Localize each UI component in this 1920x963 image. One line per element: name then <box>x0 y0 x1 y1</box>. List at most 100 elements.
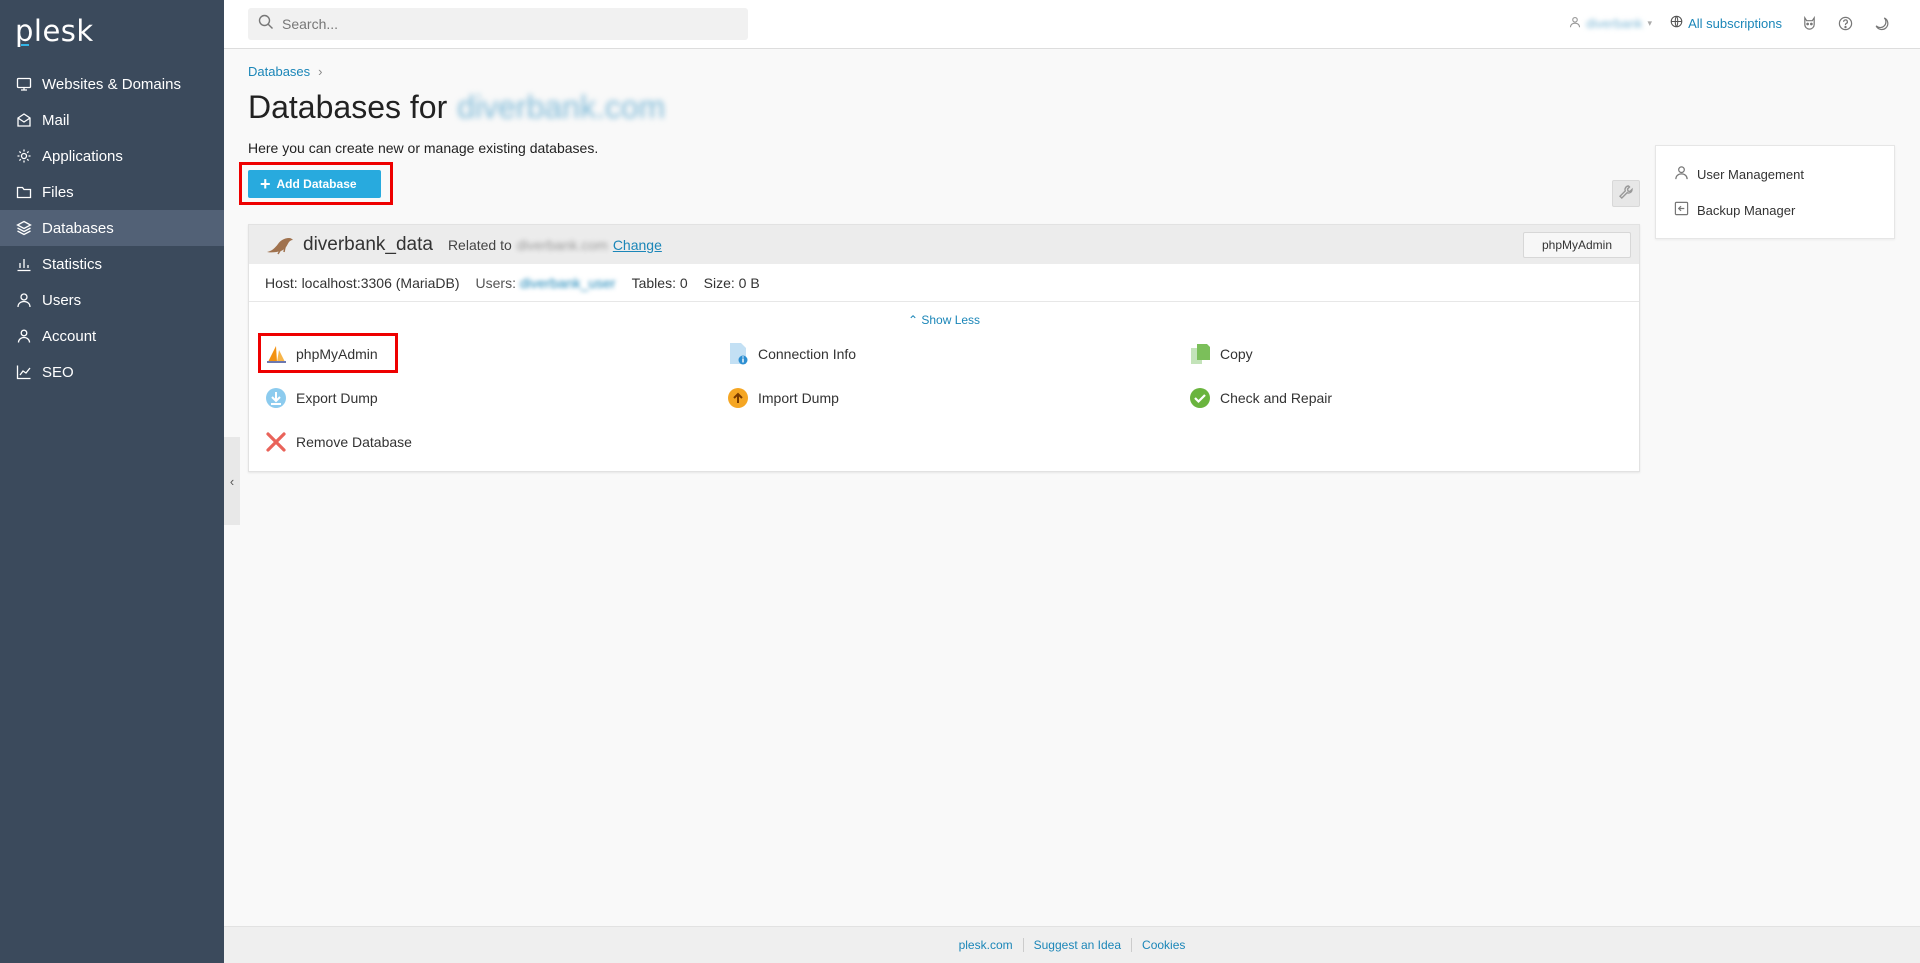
sidebar-item-users[interactable]: Users <box>0 282 224 318</box>
sidebar-item-websites-domains[interactable]: Websites & Domains <box>0 66 224 102</box>
sidebar-item-databases[interactable]: Databases <box>0 210 224 246</box>
monitor-icon <box>15 75 33 93</box>
sidebar-item-label: Files <box>42 183 74 201</box>
search-box[interactable] <box>248 8 748 40</box>
footer-link-plesk[interactable]: plesk.com <box>949 938 1023 952</box>
database-card-header: diverbank_data Related to diverbank.com … <box>249 225 1639 264</box>
user-icon <box>1569 16 1581 31</box>
related-domain-value: diverbank.com <box>516 236 608 253</box>
wrench-icon <box>1618 184 1634 204</box>
check-icon <box>1188 386 1212 410</box>
chevron-up-icon: ⌃ <box>907 313 918 327</box>
sidebar-item-applications[interactable]: Applications <box>0 138 224 174</box>
user-icon <box>15 291 33 309</box>
side-item-label: User Management <box>1697 166 1804 182</box>
related-domain: Related to diverbank.com Change <box>448 237 662 253</box>
highlight-box <box>258 333 398 373</box>
phpmyadmin-action[interactable]: phpMyAdmin <box>258 333 726 373</box>
users-value[interactable]: diverbank_user <box>520 275 616 291</box>
footer-link-suggest-idea[interactable]: Suggest an Idea <box>1022 938 1131 952</box>
action-label: Check and Repair <box>1220 390 1333 406</box>
sidebar-item-label: SEO <box>42 363 74 381</box>
footer-link-cookies[interactable]: Cookies <box>1131 938 1195 952</box>
show-less-label: Show Less <box>921 313 981 327</box>
action-label: Import Dump <box>758 390 839 406</box>
database-name: diverbank_data <box>303 234 433 256</box>
action-label: Remove Database <box>296 434 412 450</box>
search-icon <box>258 14 274 34</box>
action-label: Connection Info <box>758 346 857 362</box>
related-prefix: Related to <box>447 236 512 253</box>
side-item-label: Backup Manager <box>1697 202 1796 218</box>
change-link[interactable]: Change <box>613 237 662 253</box>
envelope-icon <box>15 111 33 129</box>
sidebar-collapse-handle[interactable]: ‹ <box>224 437 240 525</box>
caret-down-icon: ▾ <box>1647 17 1653 28</box>
user-name: diverbank <box>1586 15 1643 31</box>
check-and-repair-action[interactable]: Check and Repair <box>1188 381 1650 415</box>
page-intro: Here you can create new or manage existi… <box>248 140 599 156</box>
search-input[interactable] <box>282 16 722 32</box>
sidebar-item-seo[interactable]: SEO <box>0 354 224 390</box>
footer: plesk.com Suggest an Idea Cookies <box>224 926 1920 963</box>
all-subscriptions-link[interactable]: All subscriptions <box>1670 15 1782 31</box>
logo-text: plesk <box>15 14 94 48</box>
database-card: diverbank_data Related to diverbank.com … <box>248 224 1640 472</box>
users-label: Users: <box>475 274 516 291</box>
sidebar-item-files[interactable]: Files <box>0 174 224 210</box>
breadcrumb: Databases › <box>248 64 1668 79</box>
database-info-row: Host: localhost:3306 (MariaDB) Users: di… <box>249 264 1639 302</box>
cat-icon[interactable] <box>1800 14 1818 32</box>
sidebar-item-label: Account <box>42 327 97 345</box>
seo-chart-icon <box>15 363 33 381</box>
breadcrumb-databases[interactable]: Databases <box>248 64 310 79</box>
import-dump-icon <box>726 386 750 410</box>
sidebar-nav: Websites & Domains Mail Applications Fil… <box>0 66 224 390</box>
database-actions: phpMyAdmin Connection Info Copy Export D… <box>249 327 1639 471</box>
sidebar-item-label: Applications <box>42 147 123 165</box>
size-info: Size: 0 B <box>704 275 760 291</box>
layers-icon <box>15 219 33 237</box>
sidebar-item-account[interactable]: Account <box>0 318 224 354</box>
settings-wrench-button[interactable] <box>1612 180 1640 207</box>
gear-icon <box>15 147 33 165</box>
user-menu[interactable]: diverbank ▾ <box>1569 16 1652 31</box>
show-less-link[interactable]: ⌃ Show Less <box>249 313 1639 327</box>
subscriptions-label: All subscriptions <box>1688 15 1782 31</box>
copy-action[interactable]: Copy <box>1188 337 1650 371</box>
dark-mode-moon-icon[interactable] <box>1872 14 1890 32</box>
highlight-box <box>239 162 393 205</box>
user-icon <box>1674 165 1689 183</box>
sidebar-item-label: Users <box>42 291 82 309</box>
sidebar-item-statistics[interactable]: Statistics <box>0 246 224 282</box>
page-title-prefix: Databases for <box>248 89 448 125</box>
user-management-link[interactable]: User Management <box>1656 156 1894 192</box>
export-dump-icon <box>264 386 288 410</box>
backup-manager-link[interactable]: Backup Manager <box>1656 192 1894 228</box>
export-dump-action[interactable]: Export Dump <box>264 381 726 415</box>
side-panel: User Management Backup Manager <box>1655 145 1895 239</box>
database-name-text: diverbank_data <box>303 233 433 255</box>
globe-icon <box>1670 15 1683 31</box>
tables-value: 0 <box>679 274 688 291</box>
top-right-controls: diverbank ▾ All subscriptions <box>1569 14 1890 32</box>
connection-info-action[interactable]: Connection Info <box>726 337 1188 371</box>
logo-accent <box>21 44 29 46</box>
sidebar-item-mail[interactable]: Mail <box>0 102 224 138</box>
help-icon[interactable] <box>1836 14 1854 32</box>
chevron-right-icon: › <box>318 64 323 79</box>
remove-database-action[interactable]: Remove Database <box>264 425 726 459</box>
copy-icon <box>1188 342 1212 366</box>
chevron-left-icon: ‹ <box>229 473 235 489</box>
phpmyadmin-header-button[interactable]: phpMyAdmin <box>1522 232 1631 258</box>
page-title-domain: diverbank.com <box>457 89 666 125</box>
size-label: Size: <box>703 274 735 291</box>
sidebar-item-label: Databases <box>42 219 114 237</box>
remove-x-icon <box>264 430 288 454</box>
sidebar-item-label: Statistics <box>42 255 103 273</box>
plesk-logo[interactable]: plesk <box>0 0 224 62</box>
tables-label: Tables: <box>631 274 676 291</box>
import-dump-action[interactable]: Import Dump <box>726 381 1188 415</box>
sidebar-item-label: Mail <box>42 111 70 129</box>
main-content: Databases › Databases for diverbank.com … <box>239 49 1668 205</box>
